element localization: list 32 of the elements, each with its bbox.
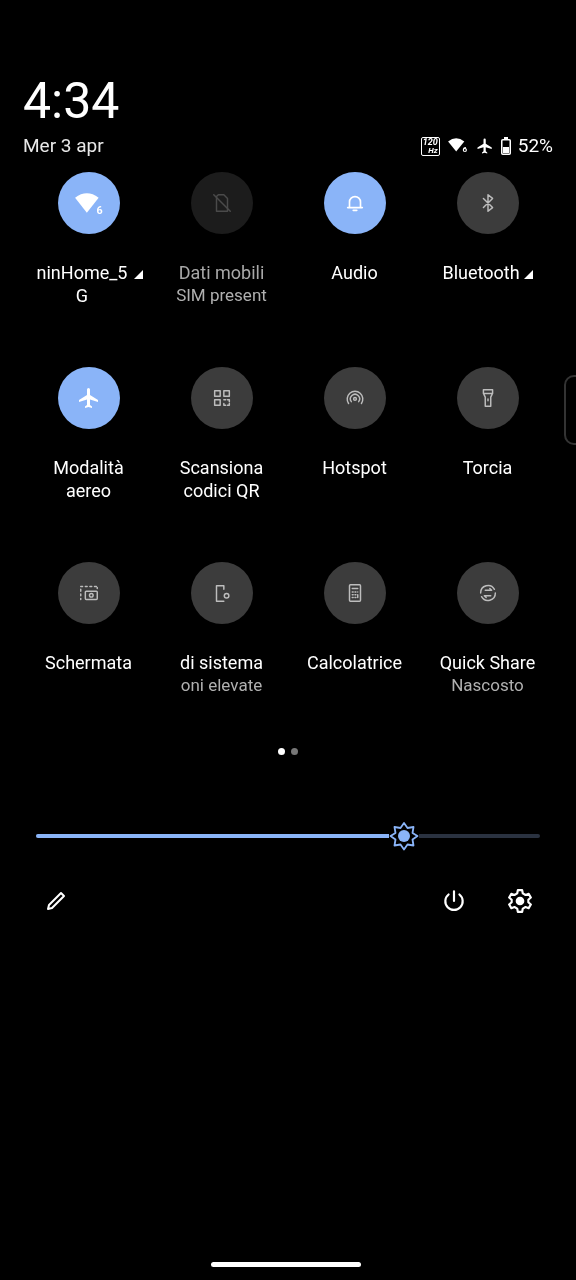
clock-time: 4:34 [23,72,121,130]
dropdown-triangle-icon [523,270,533,279]
tile-label: di sistema [180,651,263,674]
brightness-slider[interactable] [36,821,540,851]
battery-percentage: 52% [517,132,553,159]
tile-subtitle: Nascosto [451,674,524,696]
tile-label: Audio [331,261,378,284]
refresh-rate-icon: 120 Hz [420,136,440,156]
settings-button[interactable] [506,887,534,915]
tile-label: Dati mobili [178,261,265,284]
battery-icon [500,137,511,155]
tile-label: Torcia [462,456,513,479]
tile-label: Hotspot [322,456,387,479]
tile-subtitle: SIM present [176,284,267,306]
pencil-icon [44,889,68,913]
tile-label: Calcolatrice [306,651,403,674]
dropdown-triangle-icon [134,270,143,279]
tile-label: Scansiona codici QR [178,456,265,502]
tile-label: Modalità aereo [52,456,125,502]
quick-setting-toggle[interactable]: 6 [57,172,120,234]
tile-label: Bluetooth [442,261,520,284]
airplane-icon [76,386,101,410]
tile-subtitle: oni elevate [180,674,263,696]
date-text: Mer 3 apr [23,132,104,159]
tile-label: ninHome_5 G [35,261,129,307]
tile-label: Quick Share [439,651,536,674]
power-icon [441,888,467,914]
settings-icon [507,888,533,914]
tile-label: Schermata [45,651,132,674]
airplane-icon [475,137,494,155]
navigation-handle[interactable] [211,1262,361,1267]
no-sim-icon [210,192,233,214]
